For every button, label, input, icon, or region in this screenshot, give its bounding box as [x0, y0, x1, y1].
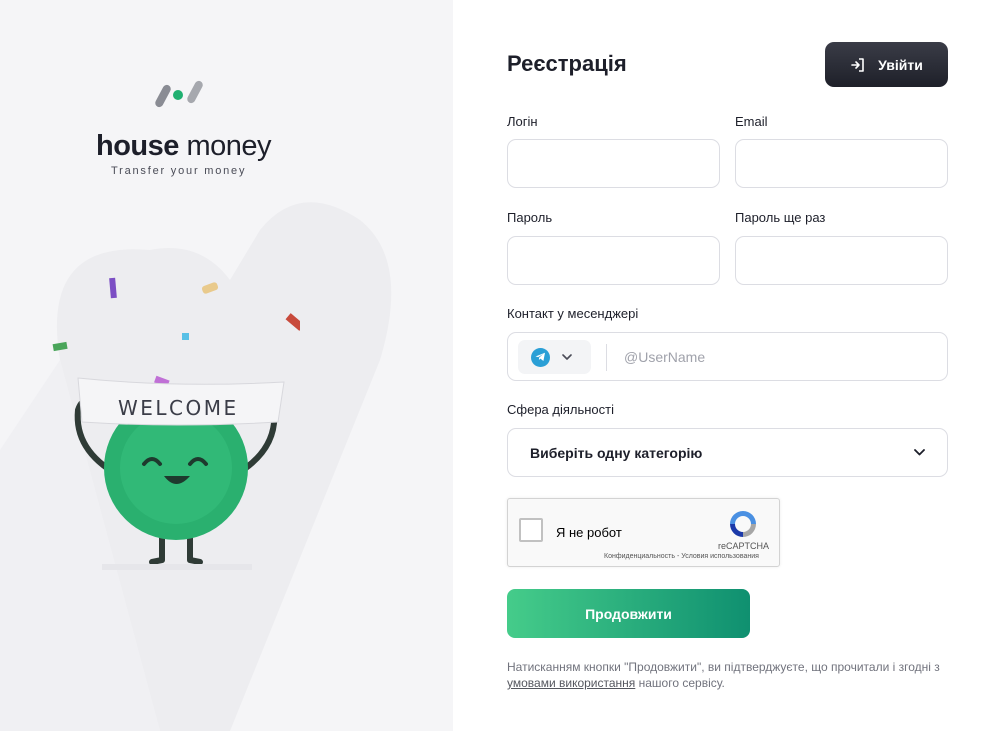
chevron-down-icon: [562, 354, 572, 360]
login-button-label: Увійти: [878, 56, 923, 73]
logo-name-light: money: [186, 130, 272, 162]
activity-select[interactable]: Виберіть одну категорію: [507, 428, 948, 477]
recaptcha-widget: Я не робот reCAPTCHA Конфиденциальность …: [507, 498, 780, 567]
logo-tagline: Transfer your money: [111, 165, 247, 177]
welcome-mascot-illustration: [52, 277, 300, 570]
messenger-label: Контакт у месенджері: [507, 306, 639, 321]
email-label: Email: [735, 114, 768, 129]
recaptcha-label: Я не робот: [556, 525, 622, 540]
recaptcha-icon: [730, 511, 756, 537]
registration-panel: Реєстрація Увійти Логін Email Пароль Пар…: [453, 0, 993, 731]
login-label: Логін: [507, 114, 538, 129]
messenger-type-select[interactable]: [518, 340, 591, 374]
continue-button-label: Продовжити: [585, 605, 672, 622]
terms-prefix: Натисканням кнопки "Продовжити", ви підт…: [507, 660, 940, 674]
terms-suffix: нашого сервісу.: [635, 676, 725, 690]
continue-button[interactable]: Продовжити: [507, 589, 750, 638]
recaptcha-links[interactable]: Конфиденциальность - Условия использован…: [604, 553, 759, 560]
recaptcha-brand: reCAPTCHA: [718, 541, 770, 551]
terms-link[interactable]: умовами використання: [507, 676, 635, 690]
password-repeat-label: Пароль ще раз: [735, 210, 826, 225]
login-icon: [851, 57, 864, 72]
terms-notice: Натисканням кнопки "Продовжити", ви підт…: [507, 659, 947, 691]
email-input[interactable]: [735, 139, 948, 188]
logo-name-bold: house: [96, 130, 179, 162]
chevron-down-icon: [914, 449, 925, 456]
login-input[interactable]: [507, 139, 720, 188]
messenger-divider: [606, 344, 607, 371]
telegram-icon: [531, 347, 550, 367]
activity-label: Сфера діяльності: [507, 402, 615, 417]
login-button[interactable]: Увійти: [825, 42, 948, 87]
messenger-field: [507, 332, 948, 381]
welcome-banner-text: WELCOME: [118, 396, 239, 420]
password-label: Пароль: [507, 210, 553, 225]
password-input[interactable]: [507, 236, 720, 285]
messenger-username-input[interactable]: [618, 333, 938, 380]
activity-select-value: Виберіть одну категорію: [530, 444, 703, 461]
brand-panel: house money Transfer your money WELCOME: [0, 0, 453, 731]
logo-mark-icon: [155, 80, 203, 108]
page-title: Реєстрація: [507, 51, 627, 76]
logo-name: house money: [96, 130, 272, 163]
password-repeat-input[interactable]: [735, 236, 948, 285]
recaptcha-checkbox[interactable]: [519, 518, 543, 542]
